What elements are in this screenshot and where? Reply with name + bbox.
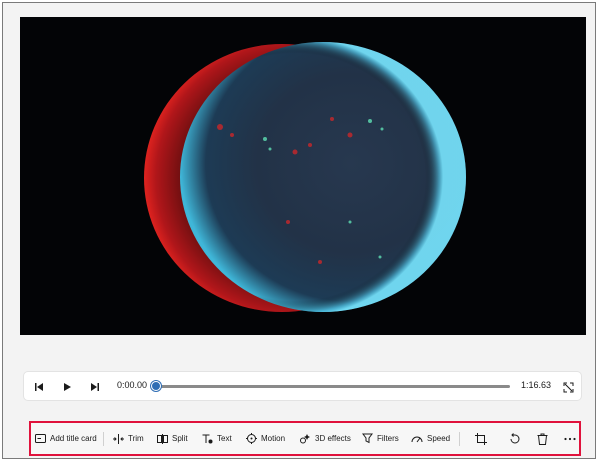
play-icon: [64, 383, 71, 391]
rotate-button[interactable]: [509, 423, 521, 454]
play-button[interactable]: [59, 379, 75, 395]
more-options-button[interactable]: [564, 423, 576, 454]
previous-frame-icon: [35, 383, 43, 391]
seek-thumb[interactable]: [151, 381, 161, 391]
split-button[interactable]: Split: [157, 423, 188, 454]
fullscreen-button[interactable]: [560, 379, 576, 395]
filters-button[interactable]: Filters: [362, 423, 399, 454]
speed-icon: [411, 436, 423, 442]
split-icon: [157, 433, 168, 444]
toolbar-divider: [459, 432, 460, 446]
edit-toolbar: Add title card Trim Split Text Motion 3D…: [29, 421, 581, 456]
playback-bar: 0:00.00 1:16.63: [23, 371, 582, 401]
motion-button[interactable]: Motion: [246, 423, 285, 454]
current-time: 0:00.00: [117, 380, 148, 390]
speed-button[interactable]: Speed: [411, 423, 450, 454]
next-frame-button[interactable]: [87, 379, 103, 395]
video-preview[interactable]: [20, 17, 586, 335]
title-card-icon: [35, 434, 46, 443]
text-icon: [202, 434, 213, 443]
total-time: 1:16.63: [521, 380, 552, 390]
motion-label: Motion: [261, 434, 286, 443]
split-label: Split: [172, 434, 188, 443]
filters-icon: [362, 433, 373, 444]
add-title-card-label: Add title card: [50, 434, 97, 443]
text-label: Text: [217, 434, 232, 443]
delete-button[interactable]: [537, 423, 548, 454]
more-icon: [564, 437, 576, 440]
speed-label: Speed: [427, 434, 451, 443]
toolbar-divider: [103, 432, 104, 446]
fullscreen-icon: [563, 382, 573, 392]
seek-track[interactable]: [156, 385, 510, 388]
3d-effects-label: 3D effects: [315, 434, 351, 443]
previous-frame-button[interactable]: [31, 379, 47, 395]
crop-icon: [475, 432, 487, 445]
trim-button[interactable]: Trim: [113, 423, 144, 454]
delete-icon: [537, 433, 548, 445]
3d-effects-icon: [300, 434, 310, 444]
text-button[interactable]: Text: [202, 423, 232, 454]
add-title-card-button[interactable]: Add title card: [35, 423, 97, 454]
rotate-icon: [510, 432, 520, 443]
motion-icon: [246, 433, 257, 444]
crop-button[interactable]: [475, 423, 487, 454]
filters-label: Filters: [377, 434, 399, 443]
editor-window: 0:00.00 1:16.63 Add title card Trim Spli…: [2, 2, 596, 459]
next-frame-icon: [91, 383, 99, 391]
3d-effects-button[interactable]: 3D effects: [300, 423, 351, 454]
trim-icon: [113, 433, 124, 444]
video-frame-image: [144, 42, 466, 312]
trim-label: Trim: [128, 434, 144, 443]
